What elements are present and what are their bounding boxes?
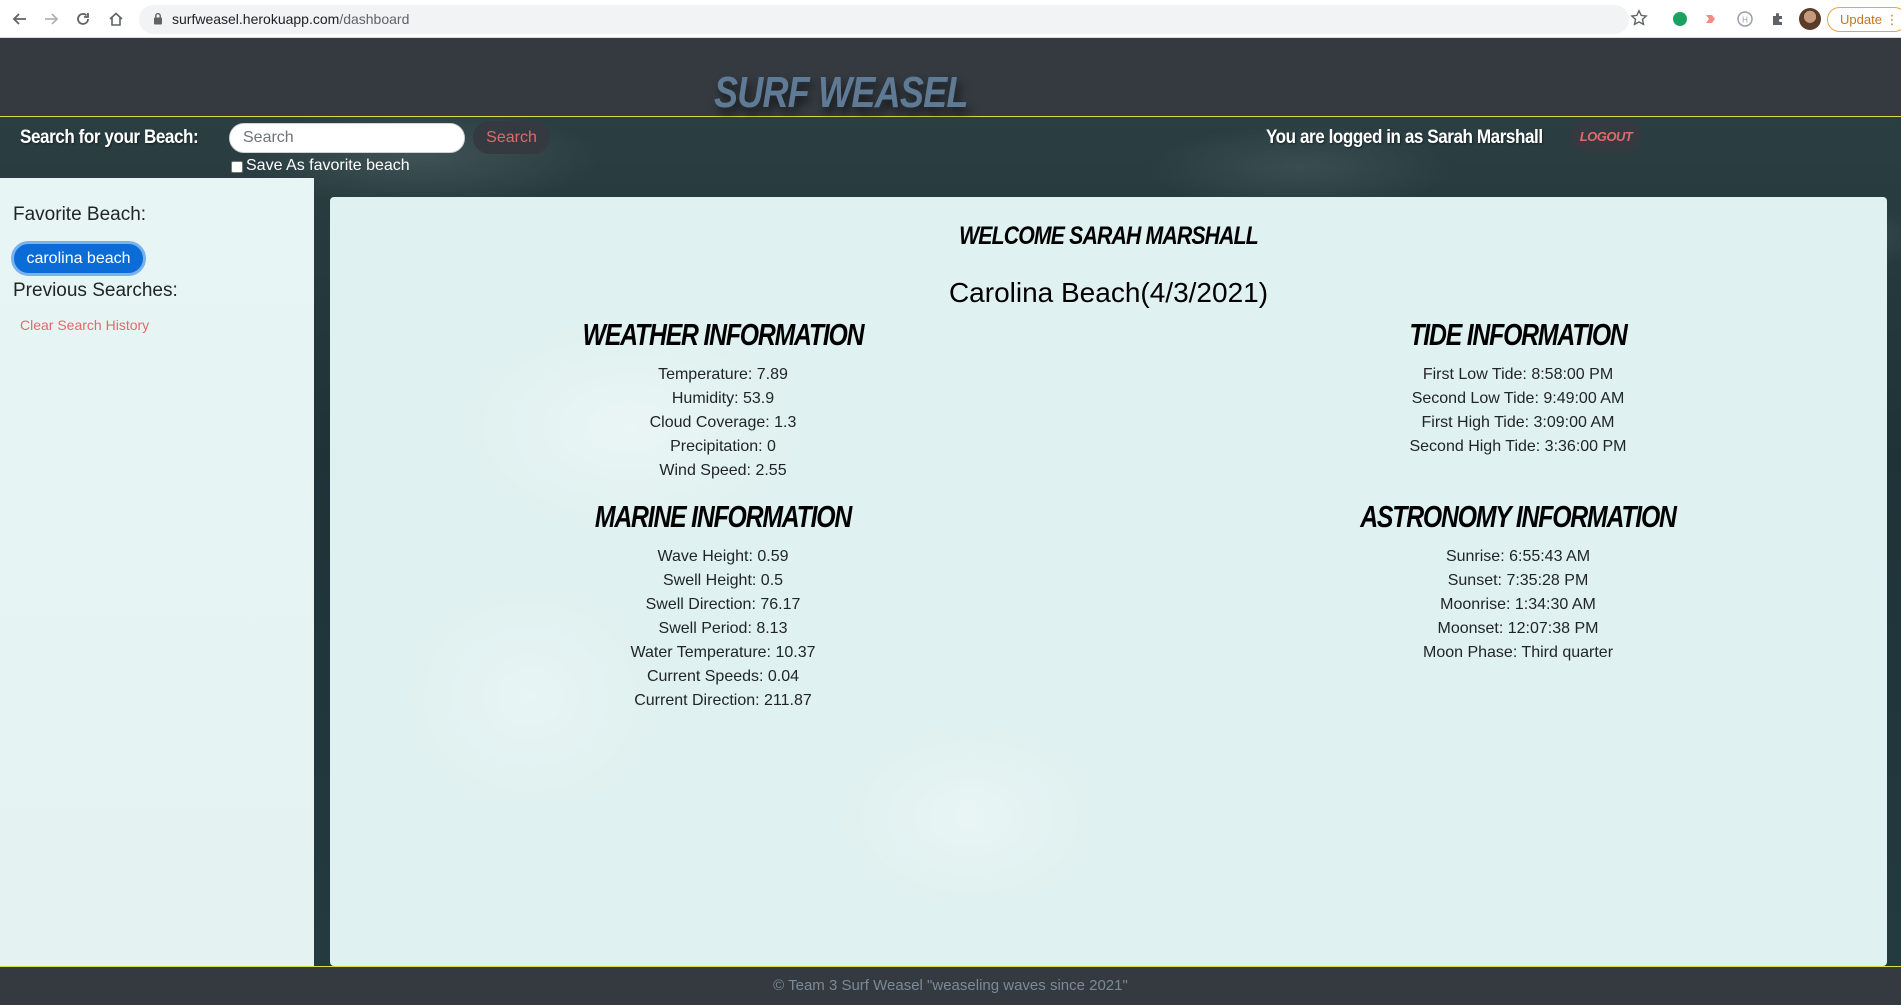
weather-cloud-coverage: Cloud Coverage: 1.3: [649, 414, 797, 431]
tide-second-low: Second Low Tide: 9:49:00 AM: [1411, 390, 1625, 407]
browser-toolbar: surfweasel.herokuapp.com/dashboard H Upd…: [0, 0, 1901, 38]
update-button[interactable]: Update ⋮: [1827, 7, 1901, 32]
weather-wind-speed: Wind Speed: 2.55: [659, 462, 787, 479]
marine-swell-direction: Swell Direction: 76.17: [645, 596, 801, 613]
astronomy-moon-phase: Moon Phase: Third quarter: [1422, 644, 1614, 661]
puzzle-icon[interactable]: [1769, 10, 1787, 28]
reload-icon[interactable]: [71, 7, 95, 31]
favorite-beach-button[interactable]: carolina beach: [11, 241, 146, 276]
sidebar: Favorite Beach: carolina beach Previous …: [0, 178, 314, 966]
previous-searches-heading: Previous Searches:: [13, 280, 178, 301]
tide-section: Tide Information First Low Tide: 8:58:00…: [1268, 317, 1768, 459]
marine-current-speeds: Current Speeds: 0.04: [646, 668, 800, 685]
url-text: surfweasel.herokuapp.com/dashboard: [172, 11, 409, 27]
weather-temperature: Temperature: 7.89: [658, 366, 788, 383]
bookmark-star-icon[interactable]: [1630, 9, 1648, 32]
tide-first-low: First Low Tide: 8:58:00 PM: [1422, 366, 1614, 383]
favorite-checkbox-label: Save As favorite beach: [246, 157, 410, 174]
update-label: Update: [1840, 12, 1882, 27]
astronomy-sunset: Sunset: 7:35:28 PM: [1447, 572, 1589, 589]
weather-section: Weather Information Temperature: 7.89 Hu…: [473, 317, 973, 483]
search-button[interactable]: Search: [473, 121, 550, 154]
marine-swell-height: Swell Height: 0.5: [662, 572, 784, 589]
home-icon[interactable]: [104, 7, 128, 31]
tide-first-high: First High Tide: 3:09:00 AM: [1421, 414, 1615, 431]
favorite-beach-heading: Favorite Beach:: [13, 204, 147, 225]
extension-pink-icon[interactable]: [1703, 10, 1721, 28]
astronomy-section: Astronomy Information Sunrise: 6:55:43 A…: [1268, 499, 1768, 665]
welcome-heading: Welcome Sarah Marshall: [959, 222, 1259, 250]
site-footer: © Team 3 Surf Weasel "weaseling waves si…: [0, 966, 1901, 1005]
marine-title: Marine Information: [594, 499, 852, 534]
astronomy-sunrise: Sunrise: 6:55:43 AM: [1445, 548, 1591, 565]
lock-icon: [153, 12, 163, 30]
marine-wave-height: Wave Height: 0.59: [657, 548, 789, 565]
marine-water-temperature: Water Temperature: 10.37: [630, 644, 816, 661]
dashboard-panel: Welcome Sarah Marshall Carolina Beach(4/…: [330, 197, 1887, 966]
favorite-checkbox[interactable]: [231, 161, 243, 173]
astronomy-title: Astronomy Information: [1360, 499, 1677, 534]
back-icon[interactable]: [8, 7, 32, 31]
forward-icon[interactable]: [39, 7, 63, 31]
marine-current-direction: Current Direction: 211.87: [634, 692, 812, 709]
profile-avatar[interactable]: [1799, 8, 1821, 30]
tide-title: Tide Information: [1409, 317, 1628, 352]
astronomy-moonrise: Moonrise: 1:34:30 AM: [1440, 596, 1596, 613]
marine-section: Marine Information Wave Height: 0.59 Swe…: [473, 499, 973, 713]
url-path: /dashboard: [339, 11, 410, 27]
weather-precipitation: Precipitation: 0: [670, 438, 776, 455]
svg-text:H: H: [1742, 16, 1748, 25]
weather-humidity: Humidity: 53.9: [671, 390, 775, 407]
tide-second-high: Second High Tide: 3:36:00 PM: [1409, 438, 1627, 455]
brand-logo[interactable]: Surf Weasel: [714, 68, 968, 118]
url-host: surfweasel.herokuapp.com: [172, 11, 340, 27]
extension-green-icon[interactable]: [1671, 10, 1689, 28]
logout-button[interactable]: Logout: [1570, 121, 1642, 152]
astronomy-moonset: Moonset: 12:07:38 PM: [1437, 620, 1599, 637]
marine-swell-period: Swell Period: 8.13: [658, 620, 788, 637]
beach-title: Carolina Beach(4/3/2021): [948, 277, 1269, 308]
logged-in-status: You are logged in as Sarah Marshall: [1266, 127, 1543, 148]
clear-search-history-link[interactable]: Clear Search History: [20, 317, 149, 333]
search-bar: Search for your Beach: Search Save As fa…: [0, 118, 1901, 178]
site-header: Surf Weasel: [0, 38, 1901, 117]
weather-title: Weather Information: [582, 317, 865, 352]
search-label: Search for your Beach:: [20, 127, 199, 148]
extension-circle-icon[interactable]: H: [1736, 10, 1754, 28]
search-input[interactable]: [229, 123, 465, 153]
